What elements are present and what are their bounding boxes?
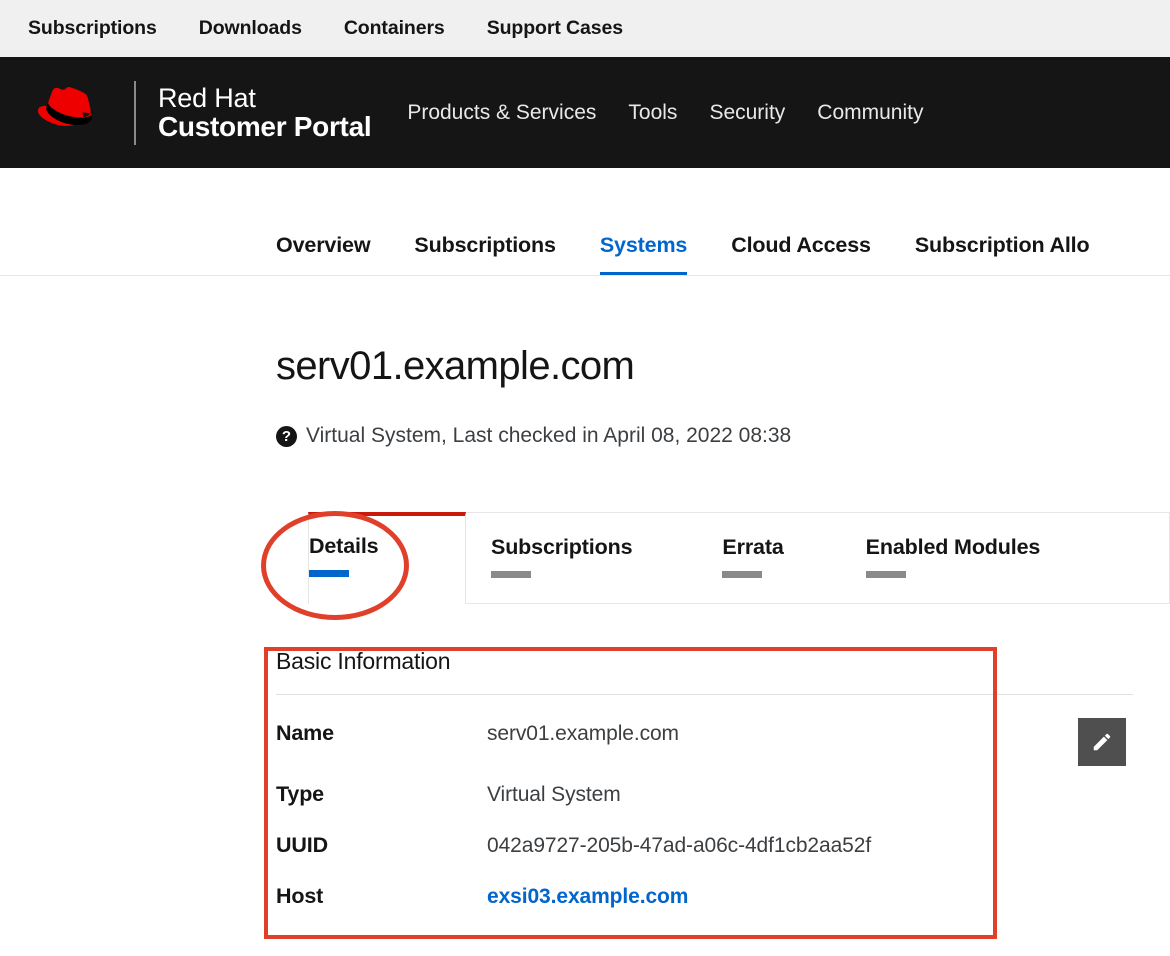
page-tab-cloud-access[interactable]: Cloud Access (731, 233, 871, 275)
inner-tab-enabled-modules[interactable]: Enabled Modules (866, 513, 1061, 605)
brand-line-red-hat: Red Hat (158, 84, 371, 112)
red-hat-fedora-logo-icon (38, 87, 114, 139)
inner-tab-active-wrapper: Details (276, 512, 466, 604)
basic-information-section: Basic Information Name serv01.example.co… (276, 648, 976, 909)
question-circle-icon[interactable]: ? (276, 426, 297, 447)
info-row-type: Type Virtual System (276, 782, 976, 807)
info-value-name: serv01.example.com (487, 722, 679, 746)
inner-tab-details[interactable]: Details (308, 512, 466, 604)
pencil-edit-icon (1091, 731, 1113, 753)
page-tab-subscriptions[interactable]: Subscriptions (414, 233, 555, 275)
inner-tab-details-label: Details (309, 534, 465, 559)
inner-tab-subscriptions-indicator (491, 571, 531, 578)
inner-tab-enabled-modules-label: Enabled Modules (866, 535, 1041, 560)
inner-tab-errata[interactable]: Errata (722, 513, 865, 605)
brand-text: Red Hat Customer Portal (158, 84, 371, 141)
brand-logo-link[interactable]: Red Hat Customer Portal (38, 81, 371, 145)
basic-information-title: Basic Information (276, 648, 1133, 695)
page-tab-systems[interactable]: Systems (600, 233, 687, 275)
inner-tab-enabled-modules-indicator (866, 571, 906, 578)
utility-link-subscriptions[interactable]: Subscriptions (28, 17, 157, 40)
info-label-name: Name (276, 721, 487, 746)
inner-tab-subscriptions-label: Subscriptions (491, 535, 632, 560)
utility-link-containers[interactable]: Containers (344, 17, 445, 40)
nav-item-tools[interactable]: Tools (628, 101, 677, 125)
info-label-type: Type (276, 782, 487, 807)
info-row-host: Host exsi03.example.com (276, 884, 976, 909)
page-subtitle: ? Virtual System, Last checked in April … (276, 424, 791, 448)
nav-item-products-services[interactable]: Products & Services (407, 101, 596, 125)
page-subtitle-text: Virtual System, Last checked in April 08… (306, 424, 791, 448)
info-label-uuid: UUID (276, 833, 487, 858)
main-navigation: Products & Services Tools Security Commu… (407, 101, 955, 125)
inner-tab-subscriptions[interactable]: Subscriptions (466, 513, 722, 605)
info-row-name: Name serv01.example.com (276, 721, 976, 746)
utility-bar: Subscriptions Downloads Containers Suppo… (0, 0, 1170, 57)
info-label-host: Host (276, 884, 487, 909)
inner-tab-errata-label: Errata (722, 535, 783, 560)
edit-button[interactable] (1078, 718, 1126, 766)
basic-information-rows: Name serv01.example.com Type Virtual Sys… (276, 721, 976, 909)
info-value-type: Virtual System (487, 783, 621, 807)
inner-tab-bar: Details Subscriptions Errata Enabled Mod… (276, 512, 1170, 604)
brand-divider (134, 81, 136, 145)
nav-item-security[interactable]: Security (709, 101, 785, 125)
page-root: Subscriptions Downloads Containers Suppo… (0, 0, 1170, 956)
info-value-host-link[interactable]: exsi03.example.com (487, 885, 688, 909)
inner-tab-errata-indicator (722, 571, 762, 578)
utility-link-downloads[interactable]: Downloads (199, 17, 302, 40)
page-title: serv01.example.com (276, 344, 634, 389)
info-row-uuid: UUID 042a9727-205b-47ad-a06c-4df1cb2aa52… (276, 833, 976, 858)
page-tab-subscription-allocations[interactable]: Subscription Allo (915, 233, 1090, 275)
page-tab-overview[interactable]: Overview (276, 233, 370, 275)
brand-line-customer-portal: Customer Portal (158, 112, 371, 141)
masthead: Red Hat Customer Portal Products & Servi… (0, 57, 1170, 168)
nav-item-community[interactable]: Community (817, 101, 923, 125)
info-value-uuid: 042a9727-205b-47ad-a06c-4df1cb2aa52f (487, 834, 871, 858)
inner-tab-inactive-group: Subscriptions Errata Enabled Modules (466, 512, 1170, 604)
utility-link-support-cases[interactable]: Support Cases (487, 17, 623, 40)
inner-tab-details-indicator (309, 570, 349, 577)
page-tab-bar: Overview Subscriptions Systems Cloud Acc… (0, 168, 1170, 276)
